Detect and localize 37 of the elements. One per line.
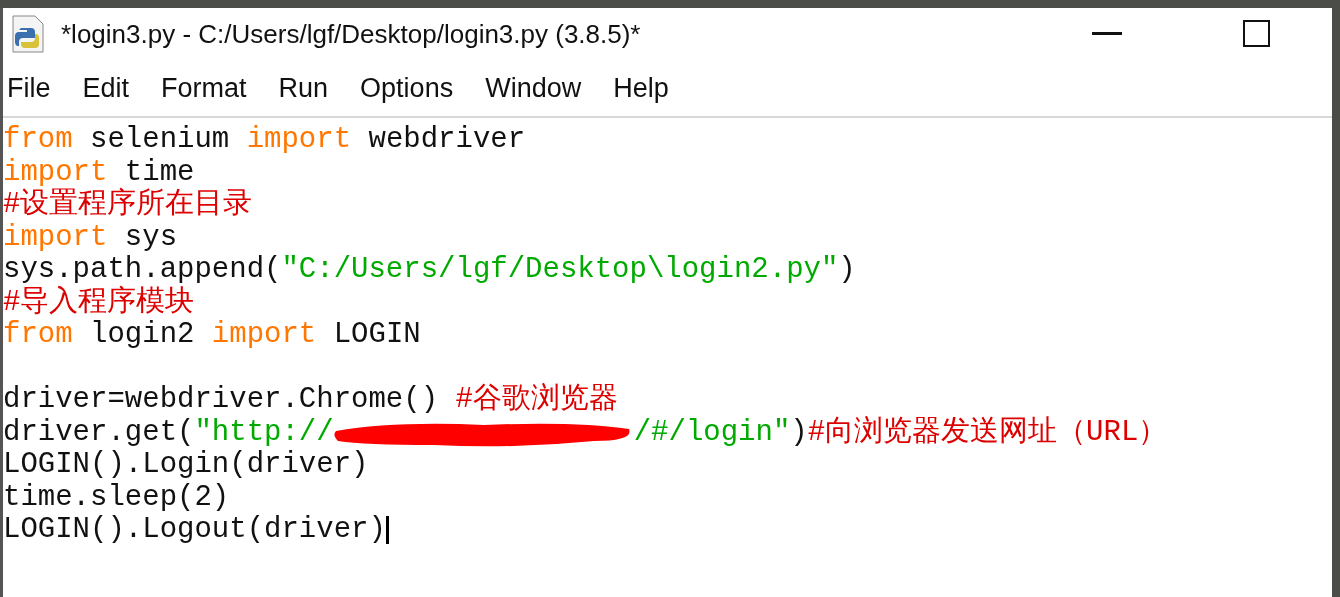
keyword: from [3,124,73,157]
code-text: LOGIN().Logout(driver) [3,514,386,547]
code-text: driver=webdriver.Chrome() [3,384,440,417]
code-text: time.sleep(2) [3,481,230,514]
menu-item[interactable]: File [3,72,63,104]
string-literal: "C:/Users/lgf/Desktop\login2.py" [281,254,839,287]
code-text: sys.path.append( [3,254,282,286]
code-text: ) [790,416,808,449]
code-text: selenium [89,124,231,157]
window-title: *login3.py - C:/Users/lgf/Desktop/login3.py (3.8.5)* [61,18,642,50]
keyword: import [246,124,352,157]
code-comment: #向浏览器发送网址（URL） [807,416,1168,449]
code-text: ) [838,254,856,287]
code-text: webdriver [367,124,526,157]
menu-item[interactable]: Run [274,72,341,104]
keyword: import [3,221,108,254]
keyword: import [3,156,108,189]
string-literal: "http:// [194,416,334,449]
menu-item[interactable]: Window [481,72,594,104]
menu-item[interactable]: Help [609,72,681,104]
string-literal: /#/login" [633,416,791,449]
maximize-icon[interactable] [1243,20,1271,48]
code-text: login2 [89,319,196,352]
code-text: LOGIN().Login(driver) [3,449,369,482]
code-text: time [124,156,195,189]
code-comment: #导入程序模块 [3,286,195,319]
keyword: from [3,319,73,352]
code-text: LOGIN [332,319,421,352]
code-text: sys [123,221,178,254]
code-comment: #谷歌浏览器 [455,384,618,417]
menu-item[interactable]: Format [157,72,259,104]
menu-item[interactable]: Edit [78,72,142,104]
code-comment: #设置程序所在目录 [3,189,253,222]
minimize-icon[interactable] [1092,32,1122,36]
menu-item[interactable]: Options [356,72,466,104]
code-text: driver.get( [3,416,195,449]
keyword: import [211,319,317,352]
